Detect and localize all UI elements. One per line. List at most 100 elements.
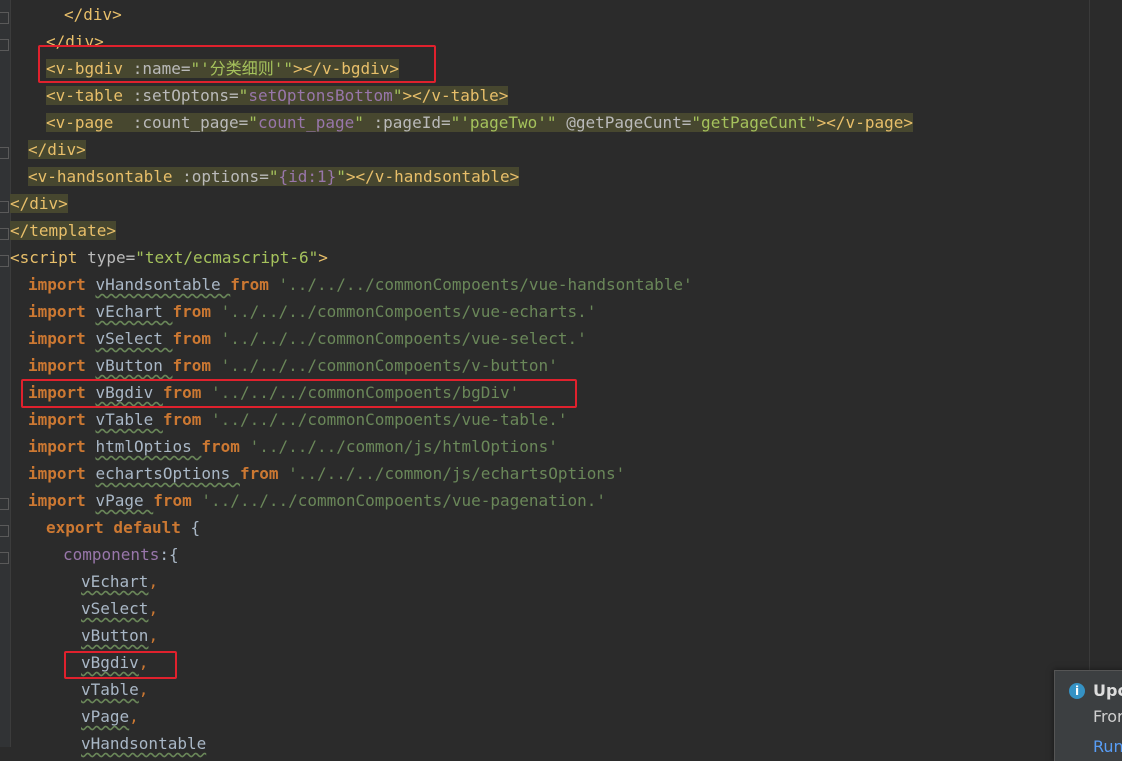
code-token: ,: [129, 707, 139, 726]
code-token: import: [28, 410, 96, 429]
code-token: vSelect: [95, 329, 173, 348]
code-token: </div>: [64, 5, 122, 24]
code-token: ,: [148, 572, 159, 591]
code-token: type=: [87, 248, 136, 267]
annotation-box-bgdiv-tag: [38, 45, 436, 83]
update-notification[interactable]: i Upc Fror Run: [1054, 670, 1122, 761]
code-line: import vSelect from '../../../commonComp…: [28, 325, 587, 352]
fold-marker[interactable]: [0, 552, 9, 564]
code-token: <v-page: [46, 113, 133, 132]
code-token: </template>: [10, 221, 116, 240]
code-token: '../../../commonCompoents/vue-pagenation…: [201, 491, 606, 510]
code-token: '../../../common/js/echartsOptions': [288, 464, 626, 483]
code-token: vTable: [95, 410, 163, 429]
code-token: from: [172, 356, 221, 375]
code-line: <v-handsontable :options="{id:1}"></v-ha…: [28, 163, 520, 190]
code-token: {id:1}: [278, 167, 337, 186]
code-token: from: [239, 464, 289, 483]
code-token: ": [248, 113, 258, 132]
code-token: "getPageCunt": [691, 113, 817, 132]
code-token: vSelect: [81, 599, 149, 618]
code-token: from: [153, 491, 202, 510]
code-token: </div>: [10, 194, 68, 213]
code-token: components: [63, 545, 160, 564]
code-token: vTable: [81, 680, 139, 699]
code-line: import echartsOptions from '../../../com…: [28, 460, 625, 487]
code-token: </div>: [28, 140, 86, 159]
code-token: count_page: [257, 113, 355, 132]
code-token: '../../../commonCompoents/vue-table.': [211, 410, 568, 429]
code-token: ": [238, 86, 249, 105]
code-token: import: [28, 302, 96, 321]
fold-marker[interactable]: [0, 525, 9, 537]
code-token: vEchart: [95, 302, 173, 321]
code-line: import vEchart from '../../../commonComp…: [28, 298, 596, 325]
code-token: :{: [159, 545, 179, 564]
code-line: vTable,: [81, 676, 148, 703]
code-token: '../../../commonCompoents/vue-echarts.': [220, 302, 597, 321]
code-line: </div>: [10, 190, 68, 217]
code-token: from: [162, 410, 212, 429]
code-token: :pageId=: [373, 113, 451, 132]
code-token: ></v-table>: [402, 86, 509, 105]
code-line: </template>: [10, 217, 116, 244]
code-line: vPage,: [81, 703, 139, 730]
code-token: import: [28, 491, 96, 510]
code-token: <v-handsontable: [28, 167, 183, 186]
code-line: <script type="text/ecmascript-6">: [10, 244, 328, 271]
code-token: ,: [148, 626, 159, 645]
notification-body: Fror: [1093, 707, 1122, 726]
code-token: export default: [46, 518, 191, 537]
code-token: setOptonsBottom: [248, 86, 393, 105]
code-token: ": [392, 86, 403, 105]
code-line: components:{: [63, 541, 179, 568]
editor-gutter: [0, 0, 11, 747]
code-token: ": [336, 167, 346, 186]
code-token: echartsOptions: [95, 464, 240, 483]
fold-marker[interactable]: [0, 498, 9, 510]
code-token: vHandsontable: [81, 734, 207, 753]
fold-marker[interactable]: [0, 147, 9, 159]
code-line: import vButton from '../../../commonComp…: [28, 352, 558, 379]
fold-marker[interactable]: [0, 255, 9, 267]
code-token: ,: [138, 680, 149, 699]
code-token: {: [190, 518, 201, 537]
fold-marker[interactable]: [0, 201, 9, 213]
code-token: import: [28, 329, 96, 348]
code-line: import vTable from '../../../commonCompo…: [28, 406, 567, 433]
code-token: ": [354, 113, 374, 132]
code-token: '../../../commonCompoents/vue-handsontab…: [278, 275, 693, 294]
code-line: vHandsontable: [81, 730, 206, 757]
code-token: <script: [10, 248, 88, 267]
code-line: <v-table :setOptons="setOptonsBottom"></…: [46, 82, 509, 109]
code-token: vEchart: [81, 572, 149, 591]
code-token: import: [28, 356, 96, 375]
code-token: from: [172, 302, 221, 321]
annotation-box-bgdiv-import: [21, 379, 577, 408]
code-line: vEchart,: [81, 568, 158, 595]
code-token: '../../../common/js/htmlOptions': [249, 437, 558, 456]
code-line: export default {: [46, 514, 200, 541]
code-token: :count_page=: [132, 113, 249, 132]
code-token: '../../../commonCompoents/vue-select.': [220, 329, 587, 348]
code-line: import htmlOptios from '../../../common/…: [28, 433, 558, 460]
annotation-box-bgdiv-component: [64, 651, 177, 679]
code-token: vButton: [81, 626, 149, 645]
code-token: >: [318, 248, 328, 267]
code-token: :setOptons=: [132, 86, 239, 105]
fold-marker[interactable]: [0, 12, 9, 24]
code-token: vPage: [81, 707, 130, 726]
code-token: vButton: [95, 356, 173, 375]
code-token: vHandsontable: [95, 275, 231, 294]
fold-marker[interactable]: [0, 228, 9, 240]
code-token: @getPageCunt=: [566, 113, 692, 132]
code-token: '../../../commonCompoents/v-button': [220, 356, 558, 375]
code-line: vButton,: [81, 622, 158, 649]
code-token: ></v-handsontable>: [345, 167, 520, 186]
code-token: from: [172, 329, 221, 348]
code-line: import vHandsontable from '../../../comm…: [28, 271, 693, 298]
code-token: import: [28, 464, 96, 483]
code-token: "text/ecmascript-6": [135, 248, 319, 267]
code-token: from: [201, 437, 250, 456]
fold-marker[interactable]: [0, 39, 9, 51]
